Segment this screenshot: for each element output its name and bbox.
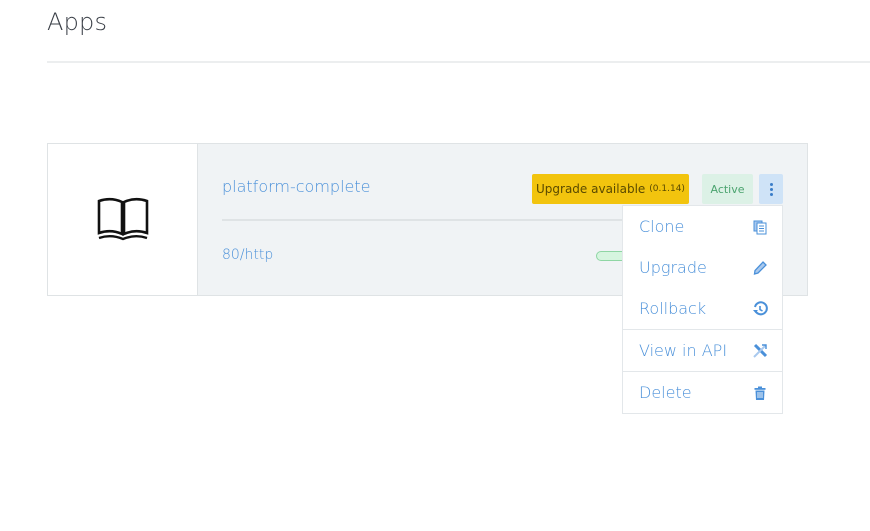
pencil-icon	[753, 260, 767, 275]
menu-item-upgrade[interactable]: Upgrade	[623, 247, 782, 288]
upgrade-version: (0.1.14)	[649, 184, 685, 194]
menu-item-view-in-api[interactable]: View in API	[623, 329, 782, 371]
menu-item-label: View in API	[639, 341, 728, 360]
menu-item-label: Delete	[639, 383, 692, 402]
page-title: Apps	[47, 8, 108, 36]
status-badge: Active	[702, 174, 753, 204]
title-divider	[47, 61, 870, 63]
menu-item-rollback[interactable]: Rollback	[623, 288, 782, 329]
upgrade-available-badge[interactable]: Upgrade available (0.1.14)	[532, 174, 689, 204]
actions-dropdown-menu: Clone Upgrade Rollback View in API Delet…	[622, 205, 783, 414]
book-open-icon	[97, 197, 148, 240]
clone-icon	[753, 220, 767, 234]
kebab-dot	[769, 187, 773, 191]
history-icon	[753, 300, 768, 315]
actions-menu-button[interactable]	[759, 174, 783, 204]
menu-item-label: Rollback	[639, 299, 707, 318]
kebab-dot	[769, 192, 773, 196]
app-name-link[interactable]: platform-complete	[222, 177, 371, 196]
menu-item-label: Upgrade	[639, 258, 707, 277]
upgrade-label: Upgrade available	[536, 182, 646, 196]
kebab-dot	[769, 182, 773, 186]
app-logo	[48, 144, 198, 295]
api-icon	[753, 343, 768, 358]
trash-icon	[754, 386, 766, 400]
menu-item-label: Clone	[639, 217, 685, 236]
menu-item-clone[interactable]: Clone	[623, 206, 782, 247]
menu-item-delete[interactable]: Delete	[623, 371, 782, 413]
endpoint-link[interactable]: 80/http	[222, 247, 273, 263]
